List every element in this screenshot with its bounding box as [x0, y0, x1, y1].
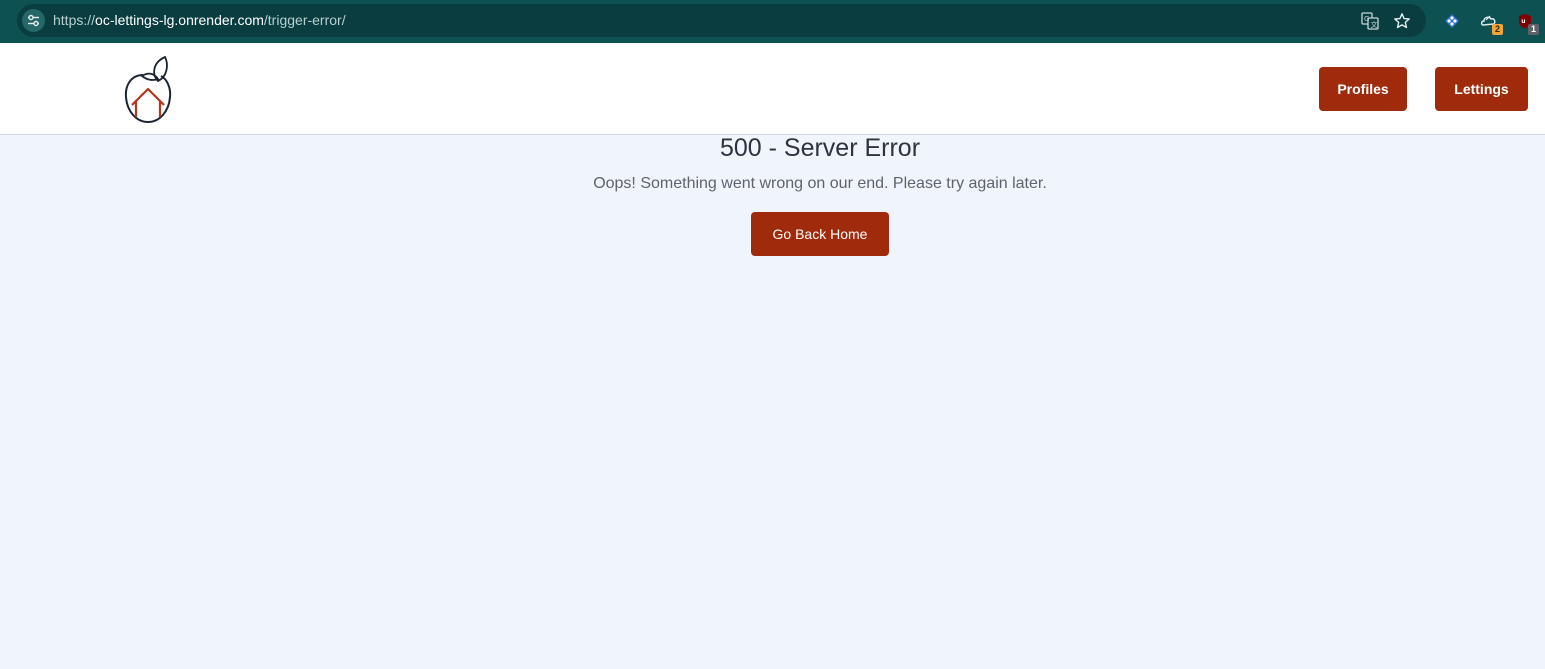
- svg-text:G: G: [1364, 15, 1369, 23]
- site-header: Profiles Lettings: [0, 43, 1545, 135]
- svg-text:文: 文: [1371, 20, 1378, 29]
- url-protocol: https://: [53, 12, 96, 28]
- address-bar[interactable]: https://oc-lettings-lg.onrender.com/trig…: [17, 4, 1426, 37]
- error-message: Oops! Something went wrong on our end. P…: [593, 175, 1047, 192]
- bookmark-star-icon[interactable]: [1392, 11, 1412, 31]
- translate-icon[interactable]: G 文: [1360, 11, 1380, 31]
- url-host: oc-lettings-lg.onrender.com: [95, 12, 264, 28]
- go-back-home-button[interactable]: Go Back Home: [751, 212, 889, 256]
- site-logo[interactable]: [120, 55, 176, 125]
- browser-toolbar: https://oc-lettings-lg.onrender.com/trig…: [0, 0, 1545, 43]
- extension-badge-count: 2: [1492, 24, 1503, 35]
- shield-ublock-icon[interactable]: u 1: [1514, 10, 1539, 35]
- url-path: /trigger-error/: [263, 12, 346, 28]
- url-text[interactable]: https://oc-lettings-lg.onrender.com/trig…: [53, 12, 346, 29]
- feather-cloud-icon[interactable]: 2: [1478, 10, 1503, 35]
- svg-text:u: u: [1521, 18, 1525, 25]
- puzzle-diamond-icon[interactable]: [1441, 10, 1463, 32]
- nav-profiles-button[interactable]: Profiles: [1319, 67, 1407, 111]
- site-settings-icon[interactable]: [22, 9, 45, 32]
- extension-badge-count: 1: [1528, 24, 1539, 35]
- error-title: 500 - Server Error: [719, 134, 921, 162]
- nav-lettings-button[interactable]: Lettings: [1435, 67, 1528, 111]
